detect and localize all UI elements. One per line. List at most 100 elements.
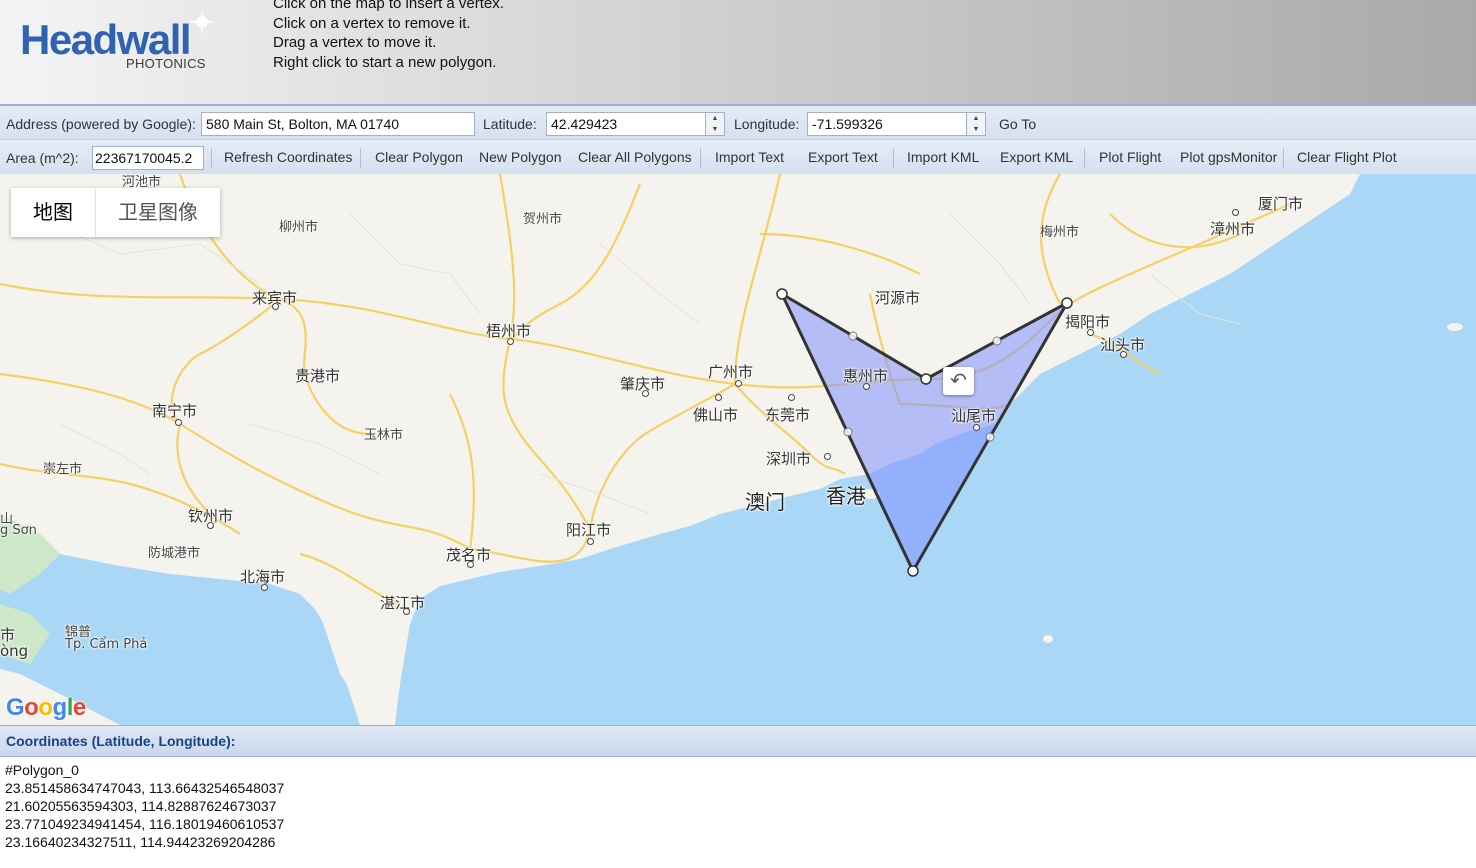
city-label: 漳州市 bbox=[1210, 220, 1256, 238]
polygon-midpoint-handle bbox=[848, 331, 858, 341]
city-label: 柳州市 bbox=[279, 220, 319, 235]
city-label: 玉林市 bbox=[364, 428, 404, 443]
city-label: 崇左市 bbox=[43, 462, 83, 477]
city-marker bbox=[863, 383, 870, 390]
toolbar-divider bbox=[700, 148, 701, 168]
clear-flight-plot-button[interactable]: Clear Flight Plot bbox=[1297, 149, 1397, 165]
action-toolbar: Area (m^2): Refresh Coordinates Clear Po… bbox=[0, 139, 1476, 174]
city-marker bbox=[642, 390, 649, 397]
city-label: 香港 bbox=[826, 484, 866, 508]
plot-flight-button[interactable]: Plot Flight bbox=[1099, 149, 1161, 165]
starburst-icon bbox=[188, 8, 216, 36]
logo-subtext: PHOTONICS bbox=[126, 56, 206, 71]
spin-up-icon[interactable]: ▲ bbox=[967, 113, 985, 124]
city-label: 汕尾市 bbox=[951, 407, 997, 425]
refresh-coordinates-button[interactable]: Refresh Coordinates bbox=[224, 149, 352, 165]
city-marker bbox=[973, 424, 980, 431]
city-marker bbox=[175, 419, 182, 426]
spin-down-icon[interactable]: ▼ bbox=[706, 124, 724, 135]
spin-down-icon[interactable]: ▼ bbox=[967, 124, 985, 135]
spin-up-icon[interactable]: ▲ bbox=[706, 113, 724, 124]
city-marker bbox=[824, 453, 831, 460]
polygon-vertex-handle bbox=[907, 565, 919, 577]
coordinates-title: Coordinates (Latitude, Longitude): bbox=[6, 733, 236, 749]
clear-all-polygons-button[interactable]: Clear All Polygons bbox=[578, 149, 692, 165]
instruction-line: Click on a vertex to remove it. bbox=[273, 14, 471, 32]
city-marker bbox=[272, 303, 279, 310]
city-marker bbox=[735, 380, 742, 387]
city-marker bbox=[715, 394, 722, 401]
toolbar-divider bbox=[893, 148, 894, 168]
instructions: Click on the map to insert a vertex. Cli… bbox=[273, 0, 504, 72]
city-marker bbox=[261, 584, 268, 591]
coordinate-line: 23.16640234327511, 114.94423269204286 bbox=[5, 834, 276, 850]
clear-polygon-button[interactable]: Clear Polygon bbox=[375, 149, 463, 165]
map-base-layer[interactable] bbox=[0, 174, 1476, 725]
city-marker bbox=[587, 538, 594, 545]
city-label: 阳江市 bbox=[566, 521, 612, 539]
city-marker bbox=[403, 608, 410, 615]
goto-button[interactable]: Go To bbox=[999, 116, 1036, 132]
city-label: òng bbox=[0, 642, 29, 660]
city-marker bbox=[507, 338, 514, 345]
map-type-map-button[interactable]: 地图 bbox=[11, 188, 96, 237]
address-input[interactable] bbox=[201, 112, 475, 136]
latitude-spinner[interactable]: ▲ ▼ bbox=[705, 112, 725, 136]
area-label: Area (m^2): bbox=[6, 150, 79, 166]
polygon-midpoint-handle bbox=[985, 432, 995, 442]
google-logo[interactable]: Google bbox=[6, 694, 86, 722]
import-kml-button[interactable]: Import KML bbox=[907, 149, 979, 165]
city-marker bbox=[467, 561, 474, 568]
polygon-midpoint-handle bbox=[843, 427, 853, 437]
city-label: 深圳市 bbox=[766, 450, 812, 468]
import-text-button[interactable]: Import Text bbox=[715, 149, 784, 165]
new-polygon-button[interactable]: New Polygon bbox=[479, 149, 562, 165]
export-kml-button[interactable]: Export KML bbox=[1000, 149, 1073, 165]
headwall-logo: Headwall PHOTONICS bbox=[20, 8, 220, 78]
latitude-input[interactable] bbox=[546, 112, 706, 136]
longitude-spinner[interactable]: ▲ ▼ bbox=[966, 112, 986, 136]
coordinate-line: 23.771049234941454, 116.18019460610537 bbox=[5, 816, 285, 832]
city-label: 澳门 bbox=[745, 490, 785, 514]
undo-arrow-icon[interactable]: ↶ bbox=[943, 367, 974, 395]
city-label: 贵港市 bbox=[295, 367, 341, 385]
longitude-label: Longitude: bbox=[734, 116, 800, 132]
map-canvas[interactable]: 河池市 贺州市 柳州市 梅州市 厦门市 漳州市 来宾市 河源市 揭阳市 汕头市 … bbox=[0, 174, 1476, 725]
area-field[interactable] bbox=[92, 146, 204, 170]
export-text-button[interactable]: Export Text bbox=[808, 149, 878, 165]
city-marker bbox=[207, 522, 214, 529]
city-label: 梅州市 bbox=[1040, 225, 1080, 240]
city-label: 贺州市 bbox=[523, 212, 563, 227]
city-label: 河源市 bbox=[875, 289, 921, 307]
city-label: 南宁市 bbox=[152, 402, 198, 420]
island bbox=[1043, 635, 1053, 643]
latitude-label: Latitude: bbox=[483, 116, 537, 132]
map-type-satellite-button[interactable]: 卫星图像 bbox=[96, 188, 220, 237]
coordinates-panel-header: Coordinates (Latitude, Longitude): bbox=[0, 725, 1476, 757]
polygon-vertex-handle bbox=[776, 288, 788, 300]
instruction-line: Drag a vertex to move it. bbox=[273, 34, 437, 51]
polygon-midpoint-handle bbox=[992, 336, 1002, 346]
toolbar-divider bbox=[1283, 148, 1284, 168]
toolbar-divider bbox=[360, 148, 361, 168]
city-label: 防城港市 bbox=[148, 546, 201, 561]
city-label: 山 bbox=[0, 512, 14, 527]
coordinates-panel[interactable]: #Polygon_0 23.851458634747043, 113.66432… bbox=[0, 757, 1476, 868]
city-label: 厦门市 bbox=[1258, 195, 1304, 213]
address-label: Address (powered by Google): bbox=[6, 116, 196, 132]
toolbar-divider bbox=[1084, 148, 1085, 168]
city-marker bbox=[788, 394, 795, 401]
island bbox=[1447, 323, 1463, 331]
address-toolbar: Address (powered by Google): Latitude: ▲… bbox=[0, 104, 1476, 139]
instruction-line: Right click to start a new polygon. bbox=[273, 53, 497, 71]
plot-gpsmonitor-button[interactable]: Plot gpsMonitor bbox=[1180, 149, 1277, 165]
polygon-vertex-handle bbox=[1061, 297, 1073, 309]
city-label: Tp. Cẩm Phả bbox=[65, 637, 148, 652]
city-marker bbox=[1120, 351, 1127, 358]
app-header: Headwall PHOTONICS Click on the map to i… bbox=[0, 0, 1476, 104]
map-type-control: 地图 卫星图像 bbox=[11, 188, 220, 237]
city-label: 广州市 bbox=[708, 363, 754, 381]
coordinates-textarea[interactable]: #Polygon_0 23.851458634747043, 113.66432… bbox=[5, 761, 284, 851]
city-label: 佛山市 bbox=[693, 406, 739, 424]
longitude-input[interactable] bbox=[807, 112, 967, 136]
